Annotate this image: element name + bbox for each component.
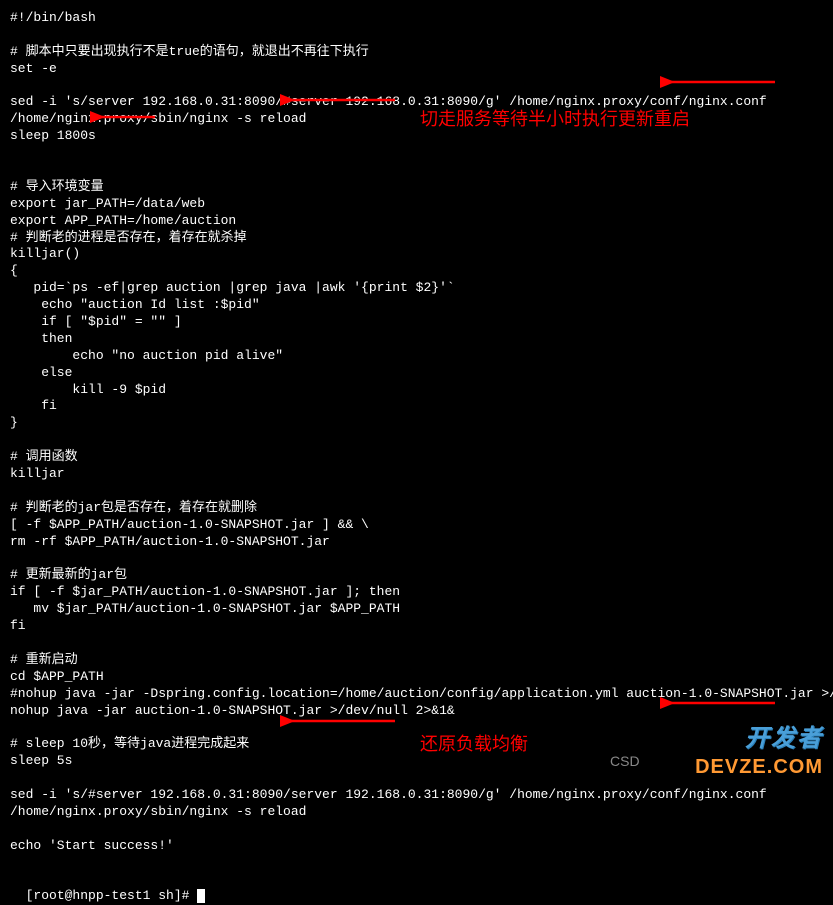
terminal-line bbox=[10, 483, 823, 500]
terminal-line: [ -f $APP_PATH/auction-1.0-SNAPSHOT.jar … bbox=[10, 517, 823, 534]
terminal-line bbox=[10, 162, 823, 179]
terminal-line: if [ -f $jar_PATH/auction-1.0-SNAPSHOT.j… bbox=[10, 584, 823, 601]
terminal-line bbox=[10, 855, 823, 872]
terminal-line: else bbox=[10, 365, 823, 382]
terminal-line: export jar_PATH=/data/web bbox=[10, 196, 823, 213]
terminal-line: fi bbox=[10, 398, 823, 415]
terminal-line: killjar bbox=[10, 466, 823, 483]
watermark-top-text: 开发者 bbox=[695, 723, 823, 754]
cursor bbox=[197, 889, 205, 903]
terminal-line: echo "auction Id list :$pid" bbox=[10, 297, 823, 314]
terminal-line bbox=[10, 145, 823, 162]
terminal-line: mv $jar_PATH/auction-1.0-SNAPSHOT.jar $A… bbox=[10, 601, 823, 618]
terminal-line: # 判断老的进程是否存在，着存在就杀掉 bbox=[10, 230, 823, 247]
terminal-line bbox=[10, 551, 823, 568]
terminal-line bbox=[10, 635, 823, 652]
terminal-line: export APP_PATH=/home/auction bbox=[10, 213, 823, 230]
terminal-line bbox=[10, 432, 823, 449]
terminal-line: fi bbox=[10, 618, 823, 635]
csdn-watermark: CSD bbox=[610, 752, 640, 770]
terminal-line: # 导入环境变量 bbox=[10, 179, 823, 196]
terminal-line: #!/bin/bash bbox=[10, 10, 823, 27]
terminal-line: # 脚本中只要出现执行不是true的语句，就退出不再往下执行 bbox=[10, 44, 823, 61]
watermark-bottom-text: DEVZE.COM bbox=[695, 754, 823, 780]
terminal-line: /home/nginx.proxy/sbin/nginx -s reload bbox=[10, 111, 823, 128]
watermark: 开发者 DEVZE.COM bbox=[695, 723, 823, 780]
terminal-line: # 判断老的jar包是否存在，着存在就删除 bbox=[10, 500, 823, 517]
terminal-line: sleep 1800s bbox=[10, 128, 823, 145]
terminal-prompt[interactable]: [root@hnpp-test1 sh]# bbox=[10, 871, 823, 905]
prompt-text: [root@hnpp-test1 sh]# bbox=[26, 888, 198, 903]
terminal-line: sed -i 's/server 192.168.0.31:8090/#serv… bbox=[10, 94, 823, 111]
terminal-line: killjar() bbox=[10, 246, 823, 263]
terminal-line: # 调用函数 bbox=[10, 449, 823, 466]
terminal-line: rm -rf $APP_PATH/auction-1.0-SNAPSHOT.ja… bbox=[10, 534, 823, 551]
terminal-line: kill -9 $pid bbox=[10, 382, 823, 399]
annotation-text-2: 还原负载均衡 bbox=[420, 733, 528, 756]
terminal-line bbox=[10, 27, 823, 44]
terminal-line bbox=[10, 821, 823, 838]
terminal-line: } bbox=[10, 415, 823, 432]
terminal-line: echo 'Start success!' bbox=[10, 838, 823, 855]
terminal-line: then bbox=[10, 331, 823, 348]
terminal-line: echo "no auction pid alive" bbox=[10, 348, 823, 365]
terminal-line: cd $APP_PATH bbox=[10, 669, 823, 686]
terminal-line: # 重新启动 bbox=[10, 652, 823, 669]
terminal-line: /home/nginx.proxy/sbin/nginx -s reload bbox=[10, 804, 823, 821]
terminal-line: set -e bbox=[10, 61, 823, 78]
terminal-line: pid=`ps -ef|grep auction |grep java |awk… bbox=[10, 280, 823, 297]
terminal-line: { bbox=[10, 263, 823, 280]
terminal-line bbox=[10, 78, 823, 95]
terminal-line: # 更新最新的jar包 bbox=[10, 567, 823, 584]
terminal-line: #nohup java -jar -Dspring.config.locatio… bbox=[10, 686, 823, 703]
terminal-line: nohup java -jar auction-1.0-SNAPSHOT.jar… bbox=[10, 703, 823, 720]
terminal-line: if [ "$pid" = "" ] bbox=[10, 314, 823, 331]
annotation-text-1: 切走服务等待半小时执行更新重启 bbox=[420, 108, 690, 131]
